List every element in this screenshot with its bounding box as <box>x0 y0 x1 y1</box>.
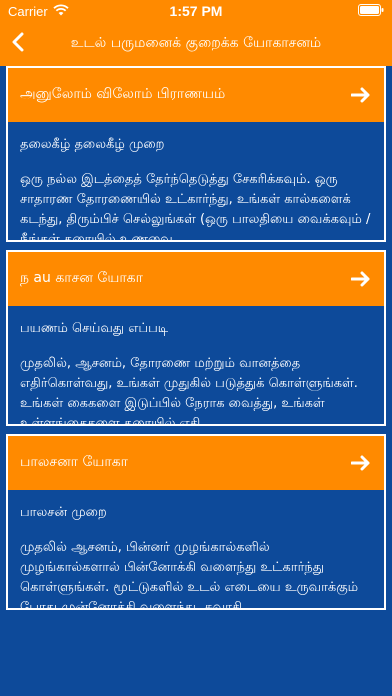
card-title: ந au காசன யோகா <box>20 270 143 286</box>
status-bar: Carrier 1:57 PM <box>0 0 392 22</box>
card-title: அனுலோம் விலோம் பிராணயம் <box>20 86 226 102</box>
list-item[interactable]: அனுலோம் விலோம் பிராணயம் தலைகீழ் தலைகீழ் … <box>6 66 386 242</box>
list-item[interactable]: பாலசனா யோகா பாலசன் முறை முதலில் ஆசனம், ப… <box>6 434 386 610</box>
card-subtitle: பாலசன் முறை <box>20 505 107 520</box>
back-button[interactable] <box>0 22 36 66</box>
card-header[interactable]: அனுலோம் விலோம் பிராணயம் <box>8 68 384 122</box>
arrow-right-icon[interactable] <box>350 452 372 474</box>
card-subtitle: பயணம் செய்வது எப்படி <box>20 321 169 336</box>
status-right <box>358 3 384 19</box>
card-description: முதலில், ஆசனம், தோரணை மற்றும் வானத்தை எத… <box>20 356 358 426</box>
page-title: உடல் பருமனைக் குறைக்க யோகாசனம் <box>70 35 322 51</box>
arrow-right-icon[interactable] <box>350 268 372 290</box>
card-body: தலைகீழ் தலைகீழ் முறை ஒரு நல்ல இடத்தைத் த… <box>8 122 384 242</box>
list-item[interactable]: ந au காசன யோகா பயணம் செய்வது எப்படி முதல… <box>6 250 386 426</box>
navigation-bar: உடல் பருமனைக் குறைக்க யோகாசனம் <box>0 22 392 66</box>
arrow-right-icon[interactable] <box>350 84 372 106</box>
card-title: பாலசனா யோகா <box>20 454 128 470</box>
card-subtitle: தலைகீழ் தலைகீழ் முறை <box>20 137 165 152</box>
card-header[interactable]: ந au காசன யோகா <box>8 252 384 306</box>
yoga-list[interactable]: அனுலோம் விலோம் பிராணயம் தலைகீழ் தலைகீழ் … <box>0 66 392 696</box>
wifi-icon <box>53 3 69 19</box>
card-header[interactable]: பாலசனா யோகா <box>8 436 384 490</box>
battery-icon <box>358 3 384 19</box>
chevron-left-icon <box>11 32 25 56</box>
carrier-label: Carrier <box>8 3 48 19</box>
card-description: ஒரு நல்ல இடத்தைத் தேர்ந்தெடுத்து சேகரிக்… <box>20 172 371 242</box>
status-left: Carrier <box>8 4 69 19</box>
card-body: பாலசன் முறை முதலில் ஆசனம், பின்னர் முழங்… <box>8 490 384 610</box>
card-body: பயணம் செய்வது எப்படி முதலில், ஆசனம், தோர… <box>8 306 384 426</box>
card-description: முதலில் ஆசனம், பின்னர் முழங்கால்களில் மு… <box>20 540 359 610</box>
